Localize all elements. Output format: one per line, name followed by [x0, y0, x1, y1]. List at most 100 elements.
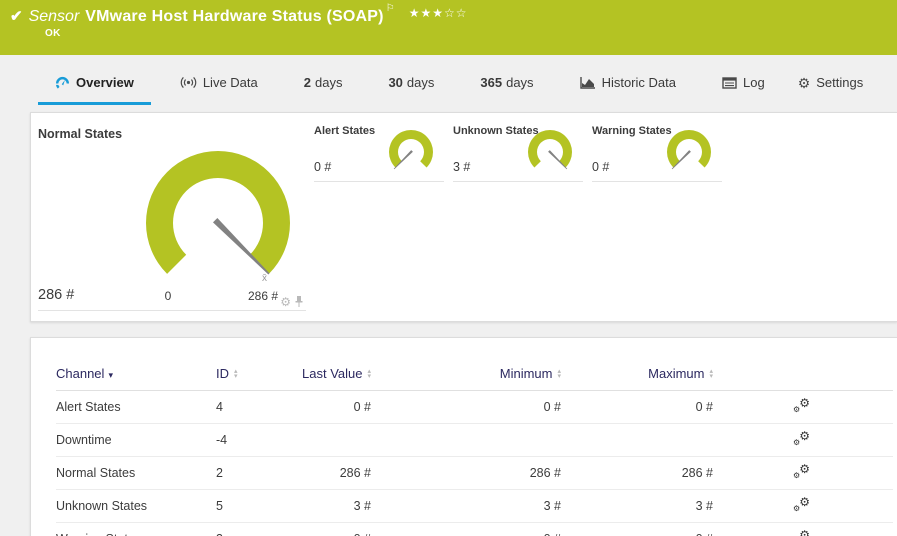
gauge-warning-states[interactable]: Warning States 0 # — [592, 121, 722, 182]
sensor-title: VMware Host Hardware Status (SOAP) — [85, 8, 384, 25]
tab-label: days — [506, 75, 534, 90]
gauge-dial — [528, 130, 572, 170]
sort-icon: ▴ ▾ — [709, 367, 713, 380]
tab-log[interactable]: Log — [699, 55, 788, 110]
tab-label: Log — [742, 75, 765, 90]
broadcast-icon — [180, 76, 197, 89]
gauges-panel: Normal States 286 # 0 286 # x̄ ⚙ Alert S… — [30, 112, 897, 322]
channel-settings-icon[interactable]: ⚙⚙ — [793, 429, 810, 447]
gauge-icon — [55, 76, 70, 90]
gauge-unknown-states[interactable]: Unknown States 3 # — [453, 121, 583, 182]
stars-filled: ★★★ — [408, 6, 444, 20]
tab-overview[interactable]: Overview — [32, 55, 157, 110]
tab-settings[interactable]: ⚙ Settings — [788, 55, 870, 110]
column-label: Minimum — [499, 366, 553, 381]
area-chart-icon — [579, 76, 596, 89]
tab-label: Overview — [76, 75, 134, 90]
gauge-current-value: 286 # — [38, 287, 75, 303]
tab-historic-data[interactable]: Historic Data — [557, 55, 699, 110]
channel-maximum — [561, 423, 713, 457]
channel-name[interactable]: Downtime — [56, 423, 216, 457]
table-row: Alert States 4 0 # 0 # 0 # ⚙ ⚙ — [56, 390, 893, 424]
gauge-alert-states[interactable]: Alert States 0 # — [314, 121, 444, 182]
pin-icon[interactable] — [294, 295, 304, 308]
channel-maximum: 0 # — [561, 522, 713, 536]
log-list-icon — [722, 76, 737, 89]
table-row: Unknown States 5 3 # 3 # 3 # ⚙ ⚙ — [56, 489, 893, 523]
sort-icon: ▴ ▾ — [557, 367, 561, 380]
channel-settings-icon[interactable]: ⚙⚙ — [793, 396, 810, 414]
channel-settings-icon[interactable]: ⚙⚙ — [793, 495, 810, 513]
table-row: Normal States 2 286 # 286 # 286 # ⚙ ⚙ — [56, 456, 893, 490]
channel-minimum: 286 # — [371, 456, 561, 490]
gauge-settings-gear-icon[interactable]: ⚙ — [280, 296, 291, 308]
tab-365-days[interactable]: 365 days — [457, 55, 556, 110]
column-header-channel[interactable]: Channel ▾ — [56, 366, 216, 391]
column-header-minimum[interactable]: Minimum ▴ ▾ — [371, 366, 561, 391]
tab-label: days — [314, 75, 343, 90]
column-label: Channel — [56, 366, 105, 381]
channel-id: 3 — [216, 522, 261, 536]
table-header-row: Channel ▾ ID ▴ ▾ Last Value ▴ ▾ Minimum ▴ ▾ Max… — [56, 366, 893, 391]
column-label: Last Value — [302, 366, 363, 381]
channel-settings-icon[interactable]: ⚙⚙ — [793, 528, 810, 536]
mean-marker: x̄ — [262, 273, 267, 284]
sort-desc-icon: ▾ — [108, 370, 113, 380]
sensor-header: ✔ Sensor VMware Host Hardware Status (SO… — [0, 0, 897, 55]
channel-maximum: 286 # — [561, 456, 713, 490]
stars-empty: ☆☆ — [443, 6, 468, 20]
tab-live-data[interactable]: Live Data — [157, 55, 281, 110]
flag-icon[interactable]: ⚐ — [386, 4, 395, 14]
channel-name[interactable]: Alert States — [56, 390, 216, 424]
gauge-title: Normal States — [38, 127, 123, 141]
channels-panel: Channel ▾ ID ▴ ▾ Last Value ▴ ▾ Minimum ▴ ▾ Max… — [30, 337, 897, 536]
channel-name[interactable]: Warning States — [56, 522, 216, 536]
channels-table: Channel ▾ ID ▴ ▾ Last Value ▴ ▾ Minimum ▴ ▾ Max… — [56, 366, 893, 536]
tab-label: Historic Data — [601, 75, 676, 90]
priority-stars[interactable]: ★★★☆☆ — [409, 5, 468, 21]
tab-30-days[interactable]: 30 days — [365, 55, 457, 110]
channel-maximum: 0 # — [561, 390, 713, 424]
channel-minimum — [371, 423, 561, 457]
tab-bar: Overview Live Data 2 days 30 days 365 da… — [0, 55, 897, 110]
gauge-dial — [389, 130, 433, 170]
channel-name[interactable]: Normal States — [56, 456, 216, 490]
channel-last-value — [261, 423, 371, 457]
gauge-normal-states[interactable]: Normal States 286 # 0 286 # x̄ ⚙ — [38, 121, 306, 311]
table-row: Warning States 3 0 # 0 # 0 # ⚙⚙ — [56, 522, 893, 536]
channel-settings-icon[interactable]: ⚙⚙ — [793, 462, 810, 480]
gauge-dial — [667, 130, 711, 170]
channel-id: 2 — [216, 456, 261, 490]
status-check-icon: ✔ — [10, 8, 23, 25]
tab-2-days[interactable]: 2 days — [281, 55, 366, 110]
object-type-label: Sensor — [28, 8, 80, 25]
channel-minimum: 0 # — [371, 522, 561, 536]
gauge-current-value: 3 # — [453, 160, 471, 174]
tab-label: days — [406, 75, 435, 90]
tab-label: Settings — [816, 75, 864, 90]
gauge-current-value: 0 # — [592, 160, 610, 174]
column-header-actions — [713, 366, 893, 391]
tab-label: Live Data — [202, 75, 258, 90]
gauge-current-value: 0 # — [314, 160, 332, 174]
channel-last-value: 3 # — [261, 489, 371, 523]
gauge-scale-min: 0 — [164, 289, 172, 303]
gauge-dial — [146, 150, 290, 275]
channel-name[interactable]: Unknown States — [56, 489, 216, 523]
channel-last-value: 0 # — [261, 522, 371, 536]
gauge-scale-max: 286 # — [247, 289, 278, 303]
tab-number: 30 — [388, 75, 403, 90]
table-row: Downtime -4 ⚙ ⚙ — [56, 423, 893, 457]
column-header-last-value[interactable]: Last Value ▴ ▾ — [261, 366, 371, 391]
column-header-maximum[interactable]: Maximum ▴ ▾ — [561, 366, 713, 391]
channel-last-value: 0 # — [261, 390, 371, 424]
sort-icon: ▴ ▾ — [234, 367, 238, 380]
channel-id: 4 — [216, 390, 261, 424]
channel-minimum: 0 # — [371, 390, 561, 424]
channel-minimum: 3 # — [371, 489, 561, 523]
column-label: ID — [216, 366, 229, 381]
tab-number: 365 — [480, 75, 503, 90]
status-badge: OK — [45, 28, 61, 39]
tab-number: 2 — [303, 75, 311, 90]
column-header-id[interactable]: ID ▴ ▾ — [216, 366, 261, 391]
